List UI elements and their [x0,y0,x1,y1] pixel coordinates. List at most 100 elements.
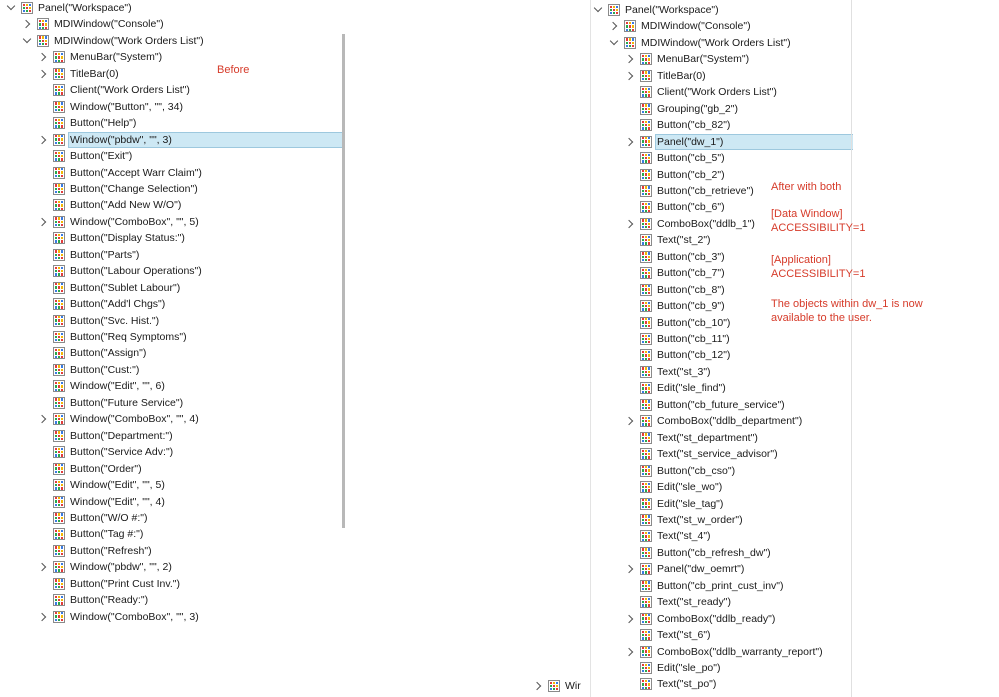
tree-node-button-add-l-chgs[interactable]: Button("Add'l Chgs") [38,296,166,312]
tree-node-menubar-system[interactable]: MenuBar("System") [625,51,750,67]
tree-node-button-add-new-w-o[interactable]: Button("Add New W/O") [38,197,182,213]
tree-node-button-ready[interactable]: Button("Ready:") [38,592,149,608]
tree-node-button-department[interactable]: Button("Department:") [38,428,174,444]
tree-node-button-cb-3[interactable]: Button("cb_3") [625,249,726,265]
tree-node-client-work-orders-list[interactable]: Client("Work Orders List") [625,84,778,100]
tree-node-button-display-status[interactable]: Button("Display Status:") [38,230,186,246]
tree-node-button-cb-future-service[interactable]: Button("cb_future_service") [625,397,786,413]
tree-node-button-help[interactable]: Button("Help") [38,115,137,131]
tree-node-text-st-6[interactable]: Text("st_6") [625,627,712,643]
chevron-right-icon[interactable] [625,611,635,627]
chevron-right-icon[interactable] [38,66,48,82]
tree-node-button-cb-11[interactable]: Button("cb_11") [625,331,731,347]
chevron-right-icon[interactable] [38,214,48,230]
tree-node-button-service-adv[interactable]: Button("Service Adv:") [38,444,174,460]
tree-node-window-button-34[interactable]: Window("Button", "", 34) [38,99,184,115]
tree-node-button-accept-warr-claim[interactable]: Button("Accept Warr Claim") [38,165,203,181]
tree-node-window-pbdw-2[interactable]: Window("pbdw", "", 2) [38,559,173,575]
chevron-right-icon[interactable] [625,644,635,660]
tree-node-text-st-ready[interactable]: Text("st_ready") [625,594,732,610]
tree-node-button-cb-cso[interactable]: Button("cb_cso") [625,463,736,479]
tree-node-edit-sle-wo[interactable]: Edit("sle_wo") [625,479,723,495]
tree-node-button-assign[interactable]: Button("Assign") [38,345,147,361]
tree-node-button-tag[interactable]: Button("Tag #:") [38,526,144,542]
tree-node-button-cb-5[interactable]: Button("cb_5") [625,150,726,166]
chevron-right-icon[interactable] [625,561,635,577]
tree-node-button-cb-9[interactable]: Button("cb_9") [625,298,726,314]
tree-node-combobox-ddlb-ready[interactable]: ComboBox("ddlb_ready") [625,611,776,627]
chevron-right-icon[interactable] [609,18,619,34]
chevron-right-icon[interactable] [38,49,48,65]
tree-node-text-st-2[interactable]: Text("st_2") [625,232,712,248]
tree-node-panel-dw-oemrt[interactable]: Panel("dw_oemrt") [625,561,745,577]
tree-node-edit-sle-po[interactable]: Edit("sle_po") [625,660,721,676]
tree-node-button-cb-retrieve[interactable]: Button("cb_retrieve") [625,183,755,199]
chevron-right-icon[interactable] [22,16,32,32]
tree-node-panel-workspace[interactable]: Panel("Workspace") [593,2,720,18]
tree-node-button-cb-2[interactable]: Button("cb_2") [625,167,726,183]
chevron-right-icon[interactable] [38,132,48,148]
tree-node-window-edit-5[interactable]: Window("Edit", "", 5) [38,477,166,493]
tree-node-combobox-ddlb-warranty-report[interactable]: ComboBox("ddlb_warranty_report") [625,644,824,660]
tree-node-text-st-4[interactable]: Text("st_4") [625,528,712,544]
tree-node-client-work-orders-list[interactable]: Client("Work Orders List") [38,82,191,98]
tree-node-edit-sle-find[interactable]: Edit("sle_find") [625,380,727,396]
tree-node-titlebar-0[interactable]: TitleBar(0) [625,68,707,84]
tree-node-text-st-service-advisor[interactable]: Text("st_service_advisor") [625,446,779,462]
chevron-down-icon[interactable] [593,2,603,18]
tree-node-titlebar-0[interactable]: TitleBar(0) [38,66,120,82]
tree-node-button-w-o[interactable]: Button("W/O #:") [38,510,148,526]
bottom-tree-stub[interactable]: Wir [533,678,582,694]
tree-node-button-change-selection[interactable]: Button("Change Selection") [38,181,199,197]
tree-node-button-cust[interactable]: Button("Cust:") [38,362,140,378]
tree-node-grouping-gb-2[interactable]: Grouping("gb_2") [625,101,739,117]
chevron-right-icon[interactable] [625,216,635,232]
tree-node-button-sublet-labour[interactable]: Button("Sublet Labour") [38,280,181,296]
chevron-right-icon[interactable] [38,559,48,575]
chevron-right-icon[interactable] [625,413,635,429]
tree-node-window-combobox-4[interactable]: Window("ComboBox", "", 4) [38,411,200,427]
tree-node-text-st-3[interactable]: Text("st_3") [625,364,712,380]
chevron-right-icon[interactable] [625,68,635,84]
tree-node-window-combobox-5[interactable]: Window("ComboBox", "", 5) [38,214,200,230]
tree-node-text-st-po[interactable]: Text("st_po") [625,676,717,692]
tree-node-button-cb-6[interactable]: Button("cb_6") [625,199,726,215]
tree-node-button-labour-operations[interactable]: Button("Labour Operations") [38,263,203,279]
tree-node-combobox-ddlb-1[interactable]: ComboBox("ddlb_1") [625,216,756,232]
tree-node-button-cb-8[interactable]: Button("cb_8") [625,282,726,298]
tree-node-window-edit-6[interactable]: Window("Edit", "", 6) [38,378,166,394]
tree-node-window-pbdw-3[interactable]: Window("pbdw", "", 3) [38,131,345,148]
chevron-down-icon[interactable] [6,0,16,16]
tree-node-edit-sle-tag[interactable]: Edit("sle_tag") [625,496,724,512]
tree-node-button-cb-7[interactable]: Button("cb_7") [625,265,726,281]
tree-node-text-st-w-order[interactable]: Text("st_w_order") [625,512,744,528]
left-vertical-scrollbar[interactable] [342,34,345,528]
tree-node-mdiwindow-work-orders-list[interactable]: MDIWindow("Work Orders List") [609,35,792,51]
tree-node-button-cb-print-cust-inv[interactable]: Button("cb_print_cust_inv") [625,578,785,594]
tree-node-button-req-symptoms[interactable]: Button("Req Symptoms") [38,329,188,345]
chevron-down-icon[interactable] [22,33,32,49]
tree-node-button-refresh[interactable]: Button("Refresh") [38,543,153,559]
tree-node-button-print-cust-inv[interactable]: Button("Print Cust Inv.") [38,576,181,592]
tree-node-button-future-service[interactable]: Button("Future Service") [38,395,184,411]
tree-node-panel-dw-1[interactable]: Panel("dw_1") [625,133,853,150]
tree-node-mdiwindow-console[interactable]: MDIWindow("Console") [22,16,165,32]
chevron-right-icon[interactable] [38,411,48,427]
tree-node-mdiwindow-work-orders-list[interactable]: MDIWindow("Work Orders List") [22,33,205,49]
tree-node-menubar-system[interactable]: MenuBar("System") [38,49,163,65]
tree-node-button-cb-refresh-dw[interactable]: Button("cb_refresh_dw") [625,545,772,561]
tree-node-window-edit-4[interactable]: Window("Edit", "", 4) [38,494,166,510]
tree-node-button-exit[interactable]: Button("Exit") [38,148,133,164]
chevron-right-icon[interactable] [625,51,635,67]
right-scrollbar-track[interactable] [851,0,852,697]
chevron-right-icon[interactable] [533,678,543,694]
tree-node-button-order[interactable]: Button("Order") [38,461,143,477]
tree-node-panel-workspace[interactable]: Panel("Workspace") [6,0,133,16]
tree-node-mdiwindow-console[interactable]: MDIWindow("Console") [609,18,752,34]
tree-node-button-parts[interactable]: Button("Parts") [38,247,140,263]
chevron-right-icon[interactable] [38,609,48,625]
tree-node-button-cb-10[interactable]: Button("cb_10") [625,315,731,331]
tree-node-text-st-department[interactable]: Text("st_department") [625,430,759,446]
tree-node-combobox-ddlb-department[interactable]: ComboBox("ddlb_department") [625,413,803,429]
tree-node-window-combobox-3[interactable]: Window("ComboBox", "", 3) [38,609,200,625]
